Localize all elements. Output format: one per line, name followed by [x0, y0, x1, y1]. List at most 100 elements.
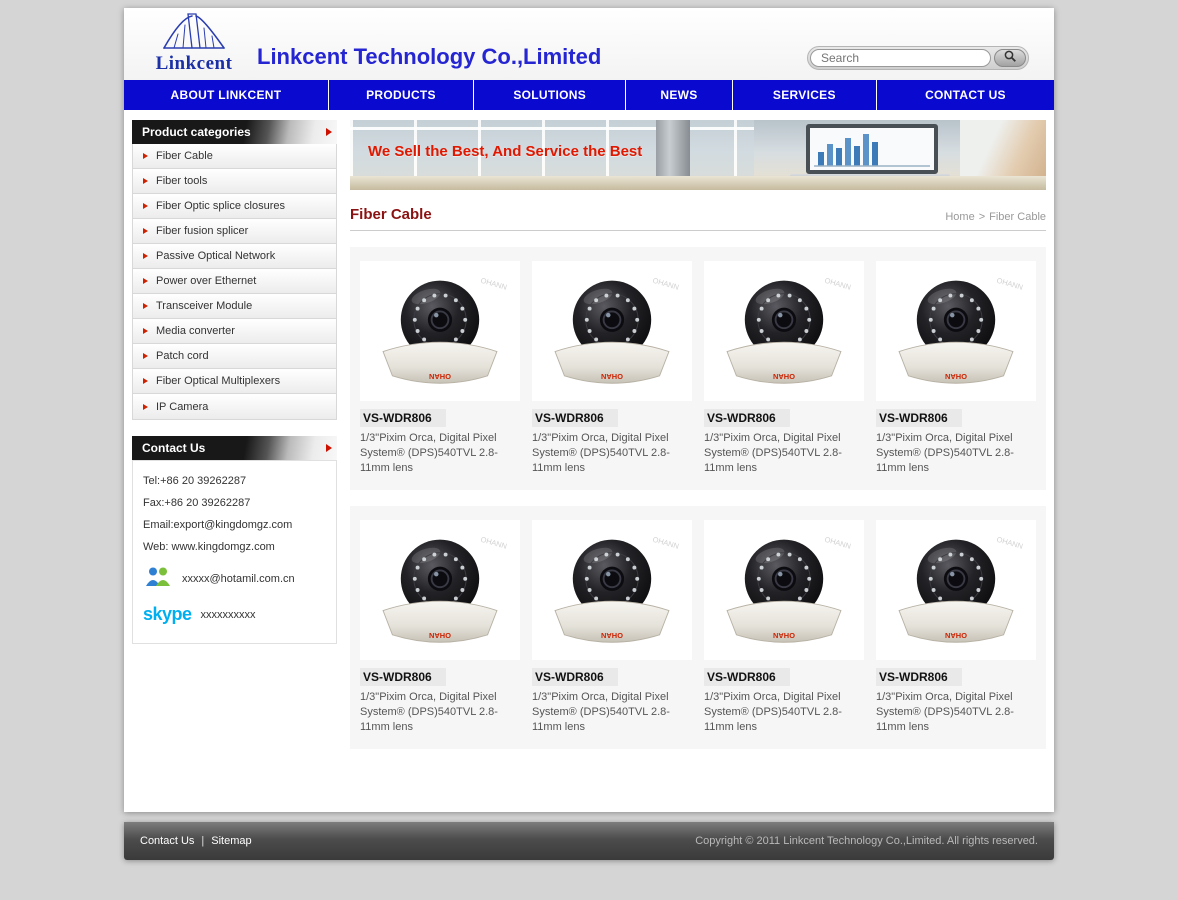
- product-card[interactable]: OHANN: [360, 261, 520, 476]
- sidebar-category-item[interactable]: Transceiver Module: [133, 294, 336, 319]
- product-description: 1/3"Pixim Orca, Digital Pixel System® (D…: [532, 690, 692, 735]
- sidebar-category-item[interactable]: Fiber tools: [133, 169, 336, 194]
- msn-address[interactable]: xxxxx@hotamil.com.cn: [182, 573, 295, 585]
- contact-email[interactable]: Email:export@kingdomgz.com: [143, 519, 326, 531]
- nav-item[interactable]: SOLUTIONS: [474, 80, 626, 110]
- footer-copyright: Copyright © 2011 Linkcent Technology Co.…: [695, 835, 1038, 847]
- logo-wordmark: Linkcent: [134, 53, 254, 75]
- nav-item[interactable]: CONTACT US: [877, 80, 1054, 110]
- breadcrumb-current: Fiber Cable: [989, 211, 1046, 223]
- product-image[interactable]: OHANN: [704, 520, 864, 660]
- product-name[interactable]: VS-WDR806: [704, 668, 790, 686]
- product-image[interactable]: OHANN: [360, 520, 520, 660]
- breadcrumb-separator: >: [979, 211, 985, 223]
- product-description: 1/3"Pixim Orca, Digital Pixel System® (D…: [704, 690, 864, 735]
- search-box: [807, 46, 1029, 70]
- product-name[interactable]: VS-WDR806: [532, 668, 618, 686]
- category-label: IP Camera: [156, 401, 208, 413]
- product-categories-header: Product categories: [132, 120, 337, 144]
- product-card[interactable]: OHANN: [876, 261, 1036, 476]
- product-name[interactable]: VS-WDR806: [876, 668, 962, 686]
- product-image[interactable]: OHANN: [360, 261, 520, 401]
- product-name[interactable]: VS-WDR806: [360, 668, 446, 686]
- sidebar-category-item[interactable]: Patch cord: [133, 344, 336, 369]
- product-name[interactable]: VS-WDR806: [876, 409, 962, 427]
- sidebar-category-item[interactable]: Fiber Optical Multiplexers: [133, 369, 336, 394]
- chevron-right-icon: [143, 178, 148, 184]
- nav-item[interactable]: SERVICES: [733, 80, 877, 110]
- chevron-right-icon: [143, 404, 148, 410]
- product-grid-row-2: OHANN: [350, 506, 1046, 749]
- sidebar: Product categories Fiber Cable Fiber too…: [132, 120, 337, 782]
- product-image[interactable]: OHANN: [704, 261, 864, 401]
- contact-web[interactable]: Web: www.kingdomgz.com: [143, 541, 326, 553]
- nav-item[interactable]: ABOUT LINKCENT: [124, 80, 329, 110]
- category-list: Fiber Cable Fiber tools Fiber Optic spli…: [132, 144, 337, 420]
- product-image[interactable]: OHANN: [876, 520, 1036, 660]
- svg-text:OHANN: OHANN: [480, 276, 508, 292]
- magnifier-icon: [1003, 49, 1017, 68]
- banner-window-frame: [350, 127, 754, 130]
- svg-text:OHANN: OHANN: [652, 276, 680, 292]
- banner-laptop: [806, 124, 938, 174]
- breadcrumb-home-link[interactable]: Home: [945, 211, 974, 223]
- product-card[interactable]: OHANN: [704, 520, 864, 735]
- sidebar-category-item[interactable]: Passive Optical Network: [133, 244, 336, 269]
- product-image[interactable]: OHANN: [532, 261, 692, 401]
- category-label: Power over Ethernet: [156, 275, 256, 287]
- product-name[interactable]: VS-WDR806: [532, 409, 618, 427]
- chevron-right-icon: [143, 228, 148, 234]
- category-label: Transceiver Module: [156, 300, 252, 312]
- product-image[interactable]: OHANN: [532, 520, 692, 660]
- search-input[interactable]: [810, 49, 991, 67]
- product-name[interactable]: VS-WDR806: [704, 409, 790, 427]
- sidebar-category-item[interactable]: Fiber fusion splicer: [133, 219, 336, 244]
- contact-tel: Tel:+86 20 39262287: [143, 475, 326, 487]
- svg-text:OHAN: OHAN: [945, 631, 967, 640]
- sidebar-category-item[interactable]: Media converter: [133, 319, 336, 344]
- svg-text:OHANN: OHANN: [480, 535, 508, 551]
- product-name[interactable]: VS-WDR806: [360, 409, 446, 427]
- product-card[interactable]: OHANN: [360, 520, 520, 735]
- chevron-right-icon: [143, 153, 148, 159]
- contact-fax: Fax:+86 20 39262287: [143, 497, 326, 509]
- sidebar-category-item[interactable]: Fiber Cable: [133, 144, 336, 169]
- chevron-right-icon: [143, 378, 148, 384]
- svg-text:OHAN: OHAN: [601, 372, 623, 381]
- footer-sitemap-link[interactable]: Sitemap: [211, 835, 251, 847]
- breadcrumb: Home > Fiber Cable: [945, 211, 1046, 223]
- main-content: We Sell the Best, And Service the Best F…: [350, 120, 1046, 782]
- search-button[interactable]: [994, 49, 1026, 67]
- footer: Contact Us | Sitemap Copyright © 2011 Link…: [124, 822, 1054, 860]
- svg-text:OHANN: OHANN: [824, 276, 852, 292]
- sidebar-category-item[interactable]: Power over Ethernet: [133, 269, 336, 294]
- page-container: Linkcent Linkcent Technology Co.,Limited: [124, 8, 1054, 860]
- footer-contact-us-link[interactable]: Contact Us: [140, 835, 194, 847]
- company-logo[interactable]: Linkcent: [134, 10, 254, 75]
- product-description: 1/3"Pixim Orca, Digital Pixel System® (D…: [360, 431, 520, 476]
- product-description: 1/3"Pixim Orca, Digital Pixel System® (D…: [876, 690, 1036, 735]
- chevron-right-icon: [143, 253, 148, 259]
- product-card[interactable]: OHANN: [704, 261, 864, 476]
- svg-text:OHAN: OHAN: [429, 631, 451, 640]
- svg-text:OHAN: OHAN: [945, 372, 967, 381]
- product-image[interactable]: OHANN: [876, 261, 1036, 401]
- skype-id[interactable]: xxxxxxxxxx: [201, 609, 256, 621]
- product-card[interactable]: OHANN: [876, 520, 1036, 735]
- product-description: 1/3"Pixim Orca, Digital Pixel System® (D…: [876, 431, 1036, 476]
- nav-item[interactable]: PRODUCTS: [329, 80, 474, 110]
- msn-messenger-icon: [143, 565, 173, 592]
- contact-info: Tel:+86 20 39262287 Fax:+86 20 39262287 …: [132, 460, 337, 644]
- product-card[interactable]: OHANN: [532, 520, 692, 735]
- nav-item[interactable]: NEWS: [626, 80, 732, 110]
- banner-desk: [350, 176, 1046, 190]
- footer-link-separator: |: [201, 835, 204, 847]
- chevron-right-icon: [143, 303, 148, 309]
- sidebar-category-item[interactable]: IP Camera: [133, 394, 336, 419]
- chevron-right-icon: [143, 203, 148, 209]
- header: Linkcent Linkcent Technology Co.,Limited: [124, 8, 1054, 80]
- sidebar-category-item[interactable]: Fiber Optic splice closures: [133, 194, 336, 219]
- product-card[interactable]: OHANN: [532, 261, 692, 476]
- category-label: Fiber Optic splice closures: [156, 200, 285, 212]
- chevron-right-icon: [143, 353, 148, 359]
